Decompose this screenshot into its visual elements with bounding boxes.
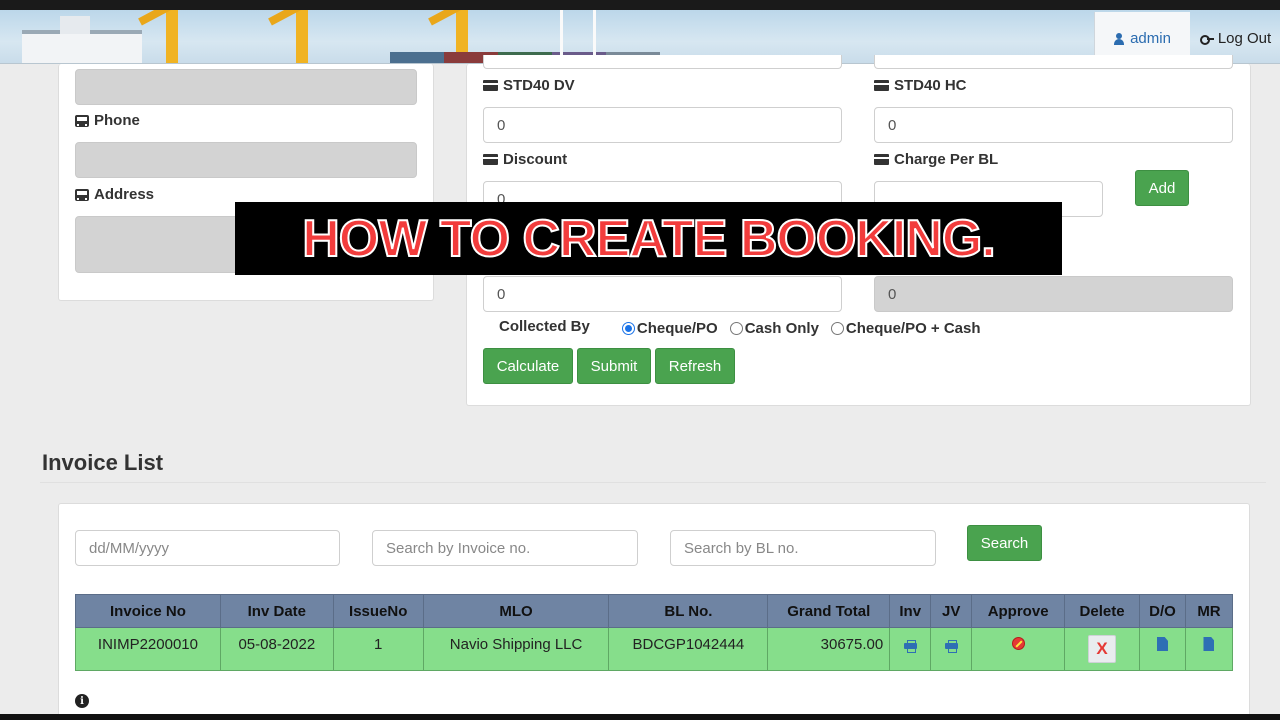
bl-search-input[interactable]	[670, 530, 936, 566]
date-filter-input[interactable]	[75, 530, 340, 566]
cell-issue-no: 1	[332, 627, 424, 671]
crane-graphic	[138, 10, 210, 63]
radio-unchecked-icon	[830, 322, 844, 335]
cell-invoice-no: INIMP2200010	[75, 627, 221, 671]
print-icon[interactable]	[903, 640, 917, 653]
info-icon: i	[75, 694, 89, 708]
col-mr: MR	[1184, 594, 1234, 628]
card-icon	[874, 80, 889, 91]
invoice-search-input[interactable]	[372, 530, 638, 566]
collected-by-label: Collected By	[499, 318, 590, 335]
total-readonly-field: 0	[874, 276, 1233, 312]
bottom-strip	[0, 714, 1280, 720]
invoice-list-title: Invoice List	[42, 450, 164, 475]
invoice-table: Invoice No Inv Date IssueNo MLO BL No. G…	[75, 594, 1234, 671]
table-header-row: Invoice No Inv Date IssueNo MLO BL No. G…	[75, 594, 1234, 628]
card-icon	[874, 154, 889, 165]
ship-graphic	[22, 30, 142, 63]
print-icon[interactable]	[944, 640, 958, 653]
std40hc-input[interactable]: 0	[874, 107, 1233, 143]
cell-jv	[930, 627, 973, 671]
delete-button[interactable]: X	[1088, 635, 1117, 663]
file-icon[interactable]	[1203, 637, 1215, 651]
card-icon	[483, 80, 498, 91]
address-label: Address	[75, 186, 154, 203]
video-caption-overlay: HOW TO CREATE BOOKING.	[235, 202, 1062, 275]
phone-field[interactable]	[75, 142, 417, 178]
std40dv-input[interactable]: 0	[483, 107, 842, 143]
field-above-std40dv[interactable]	[483, 55, 842, 69]
cell-approve	[971, 627, 1066, 671]
radio-unchecked-icon	[729, 322, 743, 335]
search-button[interactable]: Search	[967, 525, 1042, 561]
discount-label: Discount	[483, 151, 567, 168]
col-inv-date: Inv Date	[219, 594, 334, 628]
caption-text: HOW TO CREATE BOOKING.	[301, 209, 997, 269]
section-divider	[40, 482, 1266, 483]
admin-label: admin	[1130, 30, 1171, 47]
cell-bl-no: BDCGP1042444	[608, 627, 769, 671]
col-invoice-no: Invoice No	[75, 594, 221, 628]
radio-cheque-po[interactable]: Cheque/PO	[621, 320, 718, 337]
charge-per-bl-label: Charge Per BL	[874, 151, 998, 168]
ship-cabin-graphic	[60, 16, 90, 34]
cell-inv	[889, 627, 932, 671]
user-icon	[1114, 32, 1125, 45]
std40dv-label: STD40 DV	[483, 77, 575, 94]
radio-cheque-po-cash[interactable]: Cheque/PO + Cash	[830, 320, 981, 337]
phone-label: Phone	[75, 112, 140, 129]
cell-grand-total: 30675.00	[767, 627, 891, 671]
cell-inv-date: 05-08-2022	[219, 627, 334, 671]
amount-input[interactable]: 0	[483, 276, 842, 312]
approve-icon[interactable]	[1011, 637, 1025, 650]
key-icon	[1199, 34, 1214, 45]
cell-delete: X	[1064, 627, 1141, 671]
field-above-std40hc[interactable]	[874, 55, 1233, 69]
bus-icon	[75, 188, 89, 201]
top-strip	[0, 0, 1280, 10]
col-delete: Delete	[1064, 594, 1141, 628]
collected-by-group: Collected By Cheque/PO Cash Only Cheque/…	[499, 318, 993, 337]
col-jv: JV	[930, 594, 973, 628]
cell-do	[1139, 627, 1186, 671]
col-grand-total: Grand Total	[767, 594, 891, 628]
cell-mlo: Navio Shipping LLC	[422, 627, 610, 671]
col-issue-no: IssueNo	[332, 594, 424, 628]
table-row: INIMP2200010 05-08-2022 1 Navio Shipping…	[75, 627, 1234, 671]
customer-field-top[interactable]	[75, 69, 417, 105]
cell-mr	[1184, 627, 1234, 671]
col-mlo: MLO	[422, 594, 610, 628]
card-icon	[483, 154, 498, 165]
radio-checked-icon	[621, 322, 635, 335]
logout-label: Log Out	[1217, 30, 1272, 47]
col-approve: Approve	[971, 594, 1066, 628]
file-icon[interactable]	[1156, 637, 1168, 651]
std40hc-label: STD40 HC	[874, 77, 967, 94]
col-do: D/O	[1139, 594, 1186, 628]
radio-cash-only[interactable]: Cash Only	[729, 320, 819, 337]
add-button[interactable]: Add	[1135, 170, 1189, 206]
bus-icon	[75, 114, 89, 127]
calculate-button[interactable]: Calculate	[483, 348, 573, 384]
col-inv: Inv	[889, 594, 932, 628]
refresh-button[interactable]: Refresh	[655, 348, 735, 384]
submit-button[interactable]: Submit	[577, 348, 651, 384]
crane-graphic	[268, 10, 340, 63]
col-bl-no: BL No.	[608, 594, 769, 628]
